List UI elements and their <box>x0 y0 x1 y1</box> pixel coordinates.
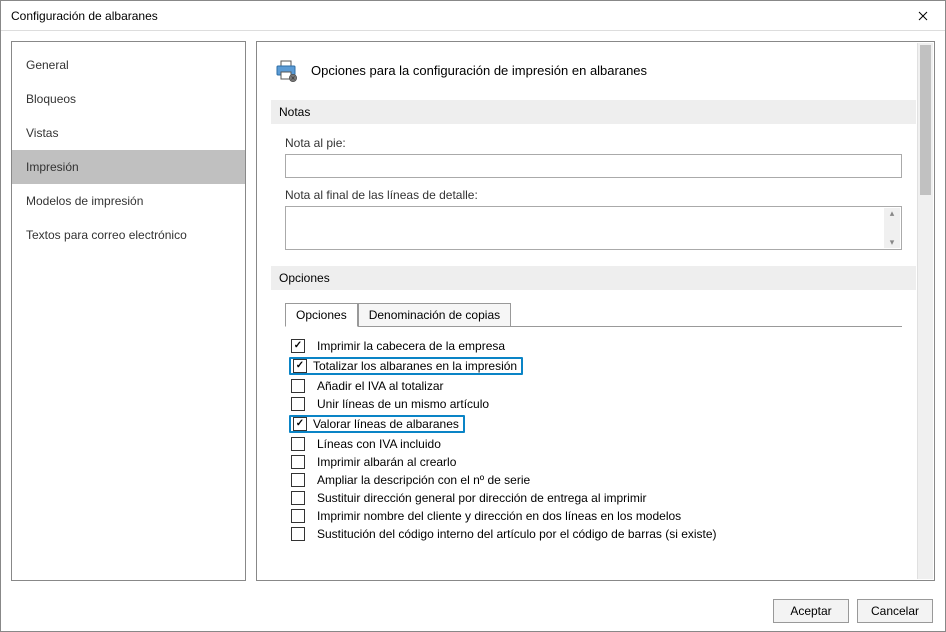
nota-final-label: Nota al final de las líneas de detalle: <box>285 188 902 202</box>
cancel-button[interactable]: Cancelar <box>857 599 933 623</box>
checkbox[interactable] <box>291 491 305 505</box>
checkbox-row: Valorar líneas de albaranes <box>291 413 898 435</box>
checkbox[interactable] <box>291 379 305 393</box>
dialog-window: Configuración de albaranes GeneralBloque… <box>0 0 946 632</box>
checkbox[interactable] <box>291 339 305 353</box>
checkbox-row: Unir líneas de un mismo artículo <box>291 395 898 413</box>
checkbox-label: Valorar líneas de albaranes <box>313 417 459 431</box>
dialog-body: GeneralBloqueosVistasImpresiónModelos de… <box>1 31 945 591</box>
checkbox[interactable] <box>291 509 305 523</box>
checkbox-row: Totalizar los albaranes en la impresión <box>291 355 898 377</box>
scrollbar-thumb[interactable] <box>920 45 931 195</box>
panel-header-text: Opciones para la configuración de impres… <box>311 63 647 78</box>
checkbox[interactable] <box>293 359 307 373</box>
checkbox[interactable] <box>291 397 305 411</box>
checkbox-row: Ampliar la descripción con el nº de seri… <box>291 471 898 489</box>
sidebar-item[interactable]: Impresión <box>12 150 245 184</box>
highlighted-option: Valorar líneas de albaranes <box>289 415 465 433</box>
sidebar-item[interactable]: Bloqueos <box>12 82 245 116</box>
checkbox[interactable] <box>291 473 305 487</box>
checkbox-row: Imprimir nombre del cliente y dirección … <box>291 507 898 525</box>
checkbox-label: Sustitución del código interno del artíc… <box>317 527 717 541</box>
checkbox-label: Imprimir la cabecera de la empresa <box>317 339 505 353</box>
nota-pie-block: Nota al pie: <box>271 136 916 188</box>
checkbox-label: Sustituir dirección general por direcció… <box>317 491 646 505</box>
scroll-down-icon: ▾ <box>890 237 895 248</box>
main-panel: Opciones para la configuración de impres… <box>256 41 935 581</box>
highlighted-option: Totalizar los albaranes en la impresión <box>289 357 523 375</box>
printer-icon <box>275 60 297 80</box>
checkbox-row: Sustituir dirección general por direcció… <box>291 489 898 507</box>
checkbox-row: Añadir el IVA al totalizar <box>291 377 898 395</box>
titlebar: Configuración de albaranes <box>1 1 945 31</box>
checkbox-list: Imprimir la cabecera de la empresa Totali… <box>289 337 898 543</box>
dialog-footer: Aceptar Cancelar <box>1 591 945 631</box>
tab-body: Imprimir la cabecera de la empresa Totali… <box>285 326 902 543</box>
checkbox[interactable] <box>291 437 305 451</box>
sidebar: GeneralBloqueosVistasImpresiónModelos de… <box>11 41 246 581</box>
close-icon <box>918 11 928 21</box>
nota-pie-label: Nota al pie: <box>285 136 902 150</box>
checkbox-label: Imprimir nombre del cliente y dirección … <box>317 509 681 523</box>
nota-final-block: Nota al final de las líneas de detalle: … <box>271 188 916 260</box>
checkbox-label: Líneas con IVA incluido <box>317 437 441 451</box>
window-title: Configuración de albaranes <box>11 9 158 23</box>
section-opciones-title: Opciones <box>271 266 916 290</box>
sidebar-item[interactable]: Modelos de impresión <box>12 184 245 218</box>
sidebar-item[interactable]: Vistas <box>12 116 245 150</box>
checkbox-label: Totalizar los albaranes en la impresión <box>313 359 517 373</box>
accept-button[interactable]: Aceptar <box>773 599 849 623</box>
checkbox-label: Añadir el IVA al totalizar <box>317 379 444 393</box>
sidebar-item[interactable]: Textos para correo electrónico <box>12 218 245 252</box>
opciones-tabs-wrap: OpcionesDenominación de copias Imprimir … <box>285 302 902 543</box>
scroll-up-icon: ▴ <box>890 208 895 219</box>
main-scrollbar[interactable] <box>917 43 933 579</box>
checkbox[interactable] <box>293 417 307 431</box>
tab[interactable]: Opciones <box>285 303 358 327</box>
checkbox[interactable] <box>291 527 305 541</box>
tab-row: OpcionesDenominación de copias <box>285 303 902 327</box>
checkbox-row: Imprimir la cabecera de la empresa <box>291 337 898 355</box>
checkbox[interactable] <box>291 455 305 469</box>
section-notas-title: Notas <box>271 100 916 124</box>
nota-final-input[interactable]: ▴ ▾ <box>285 206 902 250</box>
tab[interactable]: Denominación de copias <box>358 303 511 327</box>
nota-pie-input[interactable] <box>285 154 902 178</box>
checkbox-row: Imprimir albarán al crearlo <box>291 453 898 471</box>
checkbox-label: Ampliar la descripción con el nº de seri… <box>317 473 530 487</box>
panel-header: Opciones para la configuración de impres… <box>271 54 916 94</box>
checkbox-row: Líneas con IVA incluido <box>291 435 898 453</box>
checkbox-row: Sustitución del código interno del artíc… <box>291 525 898 543</box>
close-button[interactable] <box>900 1 945 31</box>
sidebar-item[interactable]: General <box>12 48 245 82</box>
checkbox-label: Unir líneas de un mismo artículo <box>317 397 489 411</box>
main-scroll-area: Opciones para la configuración de impres… <box>257 42 934 580</box>
checkbox-label: Imprimir albarán al crearlo <box>317 455 456 469</box>
textarea-scrollbar[interactable]: ▴ ▾ <box>884 208 900 248</box>
